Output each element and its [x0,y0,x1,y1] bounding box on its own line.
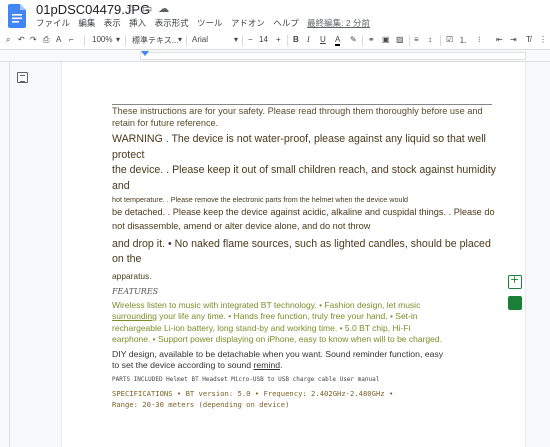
paragraph-style-select[interactable]: 標準テキス... [132,35,178,46]
horizontal-ruler[interactable] [0,50,550,62]
numbered-list-icon[interactable]: ⒈ [459,35,467,46]
menu-format[interactable]: 表示形式 [155,18,189,28]
parts-included-paragraph: PARTS INCLUDED Helmet BT Headset Micro-U… [112,375,380,383]
diy-line-1: DIY design, available to be detachable w… [112,348,444,359]
features-line-2-rest: your life any time. • Hands free functio… [156,311,418,322]
diy-line-2-end: . [280,359,283,370]
document-body[interactable]: These instructions are for your safety. … [112,106,497,410]
title-bar: 01pDSC04479.JPG ☆▭☁ ファイル 編集 表示 挿入 表示形式 ツ… [0,0,550,32]
star-icon[interactable]: ☆ [126,3,142,15]
google-docs-logo[interactable] [8,4,26,28]
last-edit-link[interactable]: 最終編集: 2 分前 [307,18,370,28]
add-comment-toolbar-icon[interactable]: ▣ [382,35,390,44]
floating-actions [504,270,526,318]
style-dropdown-icon[interactable]: ▾ [178,35,182,44]
bold-icon[interactable]: B [293,35,299,44]
suggest-edits-icon[interactable] [508,296,522,310]
features-line-4: earphone. • Support power displaying on … [112,334,442,345]
underline-icon[interactable]: U [320,35,326,44]
paint-format-icon[interactable]: ⌐ [69,35,74,44]
temperature-paragraph: hot temperature. . Please remove the ele… [112,195,409,204]
font-size-input[interactable]: 14 [259,35,268,44]
title-actions: ☆▭☁ [126,2,175,15]
diy-line-2: to set the device according to sound rem… [112,360,497,371]
menu-view[interactable]: 表示 [104,18,121,28]
more-options-icon[interactable]: ⋮ [539,35,547,44]
underlined-word-surrounding: surrounding [112,311,157,322]
menu-help[interactable]: ヘルプ [273,18,299,28]
increase-font-size-button[interactable]: + [276,35,281,44]
checklist-icon[interactable]: ☑ [446,35,453,44]
undo-icon[interactable]: ↶ [18,35,25,44]
print-icon[interactable]: ⎙ [43,35,49,45]
warning-paragraph: WARNING . The device is not water-proof,… [112,133,486,161]
document-outline-icon[interactable] [17,72,28,83]
features-line-1: Wireless listen to music with integrated… [112,299,421,310]
menu-insert[interactable]: 挿入 [129,18,146,28]
features-text: Wireless listen to music with integrated… [112,300,497,346]
detached-paragraph: be detached. . Please keep the device ag… [112,207,495,231]
clear-formatting-icon[interactable]: T̸ [526,35,531,44]
features-line-2: surrounding your life any time. • Hands … [112,311,497,323]
redo-icon[interactable]: ↷ [30,35,37,44]
apparatus-paragraph: apparatus. [112,270,152,281]
menu-edit[interactable]: 編集 [78,18,95,28]
menu-bar: ファイル 編集 表示 挿入 表示形式 ツール アドオン ヘルプ 最終編集: 2 … [36,17,376,29]
menu-file[interactable]: ファイル [36,18,70,28]
underlined-word-remind: remind [253,359,281,370]
increase-indent-icon[interactable]: ⇥ [510,35,517,44]
font-dropdown-icon[interactable]: ▾ [234,35,238,44]
indent-marker[interactable] [141,51,149,56]
specifications-line-1: SPECIFICATIONS • BT version: 5.0 • Frequ… [112,388,394,398]
menu-addons[interactable]: アドオン [231,18,265,28]
bulleted-list-icon[interactable]: ⁝ [478,35,481,44]
keep-away-paragraph: the device. . Please keep it out of smal… [112,164,496,192]
diy-line-2-text: to set the device according to sound [112,359,254,370]
insert-link-icon[interactable]: ⚭ [368,35,375,44]
flame-paragraph: and drop it. • No naked flame sources, s… [112,237,491,266]
decrease-indent-icon[interactable]: ⇤ [496,35,503,44]
align-left-icon[interactable]: ≡ [414,35,419,44]
font-select[interactable]: Arial [192,35,208,44]
cloud-status-icon[interactable]: ☁ [158,3,175,15]
spellcheck-icon[interactable]: A [56,35,61,44]
intro-paragraph: These instructions are for your safety. … [112,106,483,128]
search-menus-icon[interactable]: ⌕ [6,35,10,45]
features-heading: FEATURES [112,286,159,296]
zoom-dropdown-icon[interactable]: ▾ [116,35,120,44]
features-line-3: rechargeable Li-ion battery, long stand-… [112,322,411,333]
zoom-select[interactable]: 100% [92,35,112,44]
toolbar: ⌕ ↶ ↷ ⎙ A ⌐ 100% ▾ 標準テキス... ▾ Arial ▾ − … [0,32,550,50]
ruler-track [140,52,526,60]
move-to-folder-icon[interactable]: ▭ [142,3,158,15]
decrease-font-size-button[interactable]: − [248,35,253,44]
diy-paragraph: DIY design, available to be detachable w… [112,349,497,371]
line-spacing-icon[interactable]: ↕ [428,35,432,44]
document-page[interactable]: These instructions are for your safety. … [61,62,526,447]
menu-tools[interactable]: ツール [197,18,223,28]
text-color-icon[interactable]: A [335,35,341,46]
specifications-line-2: Range: 20-30 meters (depending on device… [112,399,290,409]
insert-image-icon[interactable]: ▨ [396,35,404,44]
vertical-ruler[interactable] [0,62,10,447]
specifications-paragraph: SPECIFICATIONS • BT version: 5.0 • Frequ… [112,388,497,410]
highlight-color-icon[interactable]: ✎ [350,35,357,44]
add-comment-icon[interactable] [508,273,522,289]
italic-icon[interactable]: I [307,35,310,44]
horizontal-line [112,104,492,105]
